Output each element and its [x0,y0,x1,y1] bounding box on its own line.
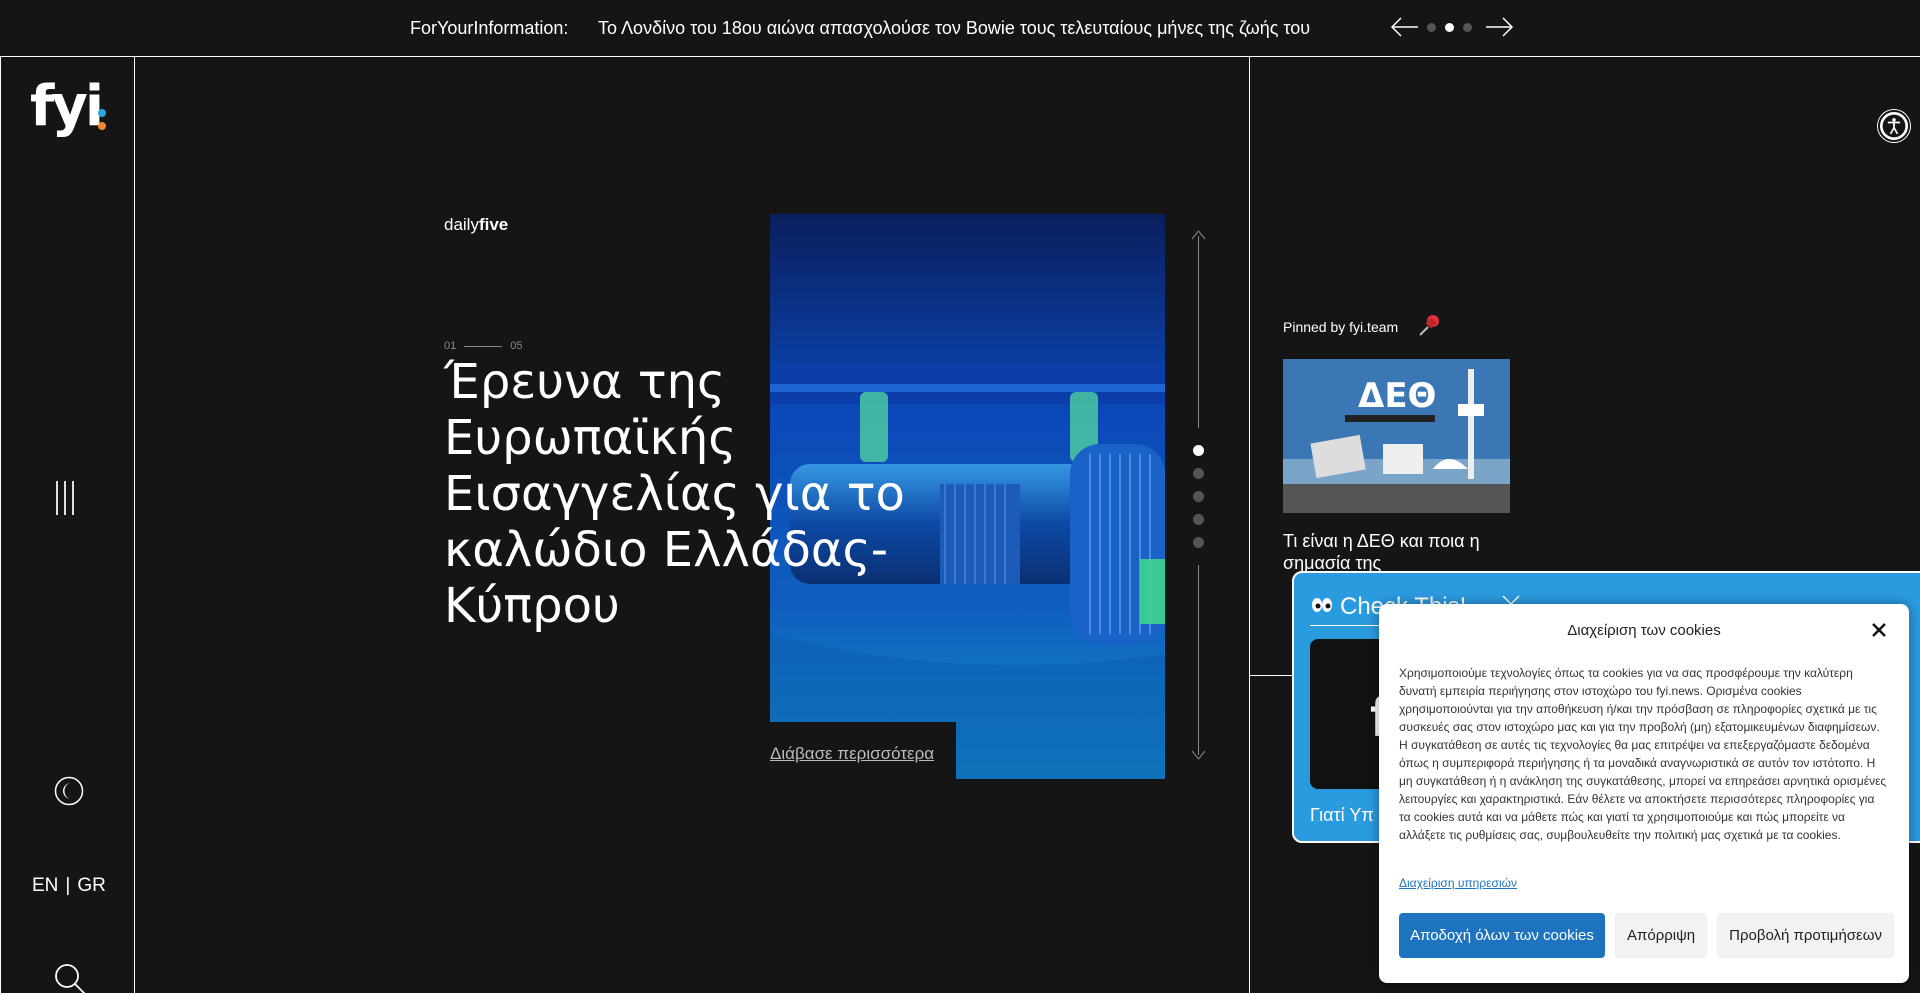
arrow-left-icon[interactable] [1390,15,1420,39]
hero-article-title[interactable]: Έρευνα της Ευρωπαϊκής Εισαγγελίας για το… [444,354,914,634]
ticker-pagination [1427,23,1472,32]
logo-dot-orange [98,122,106,130]
news-ticker: ForYourInformation: Το Λονδίνο του 18ου … [0,0,1920,57]
slider-dot[interactable] [1193,491,1204,502]
slider-dot[interactable] [1193,537,1204,548]
ticker-dot[interactable] [1427,23,1436,32]
slider-dot[interactable] [1193,468,1204,479]
lang-gr[interactable]: GR [77,875,106,897]
cookie-dialog-title: Διαχείριση των cookies [1567,622,1721,639]
slider-track-top [1198,236,1199,428]
accessibility-icon[interactable] [1878,110,1910,142]
manage-services-link[interactable]: Διαχείριση υπηρεσιών [1399,876,1517,890]
dark-mode-toggle-icon[interactable] [54,776,84,806]
reject-cookies-button[interactable]: Απόρριψη [1615,913,1708,958]
lang-separator: | [65,875,71,896]
accept-all-cookies-button[interactable]: Αποδοχή όλων των cookies [1399,913,1605,958]
deth-logo-text: ΔΕΘ [1358,376,1436,416]
fyi-logo[interactable]: fyi [30,77,110,137]
lang-en[interactable]: EN [32,875,58,897]
sidebar: fyi EN | GR [0,57,135,993]
read-more-link[interactable]: Διάβασε περισσότερα [770,744,934,764]
slider-dot[interactable] [1193,514,1204,525]
cookie-buttons: Αποδοχή όλων των cookies Απόρριψη Προβολ… [1399,913,1894,958]
arrow-right-icon[interactable] [1484,15,1514,39]
menu-icon[interactable] [56,481,78,515]
logo-text: fyi [30,74,104,139]
check-this-caption[interactable]: Γιατί Υπ [1310,805,1374,826]
slide-counter: 01 05 [444,340,523,352]
view-preferences-button[interactable]: Προβολή προτιμήσεων [1717,913,1894,958]
ticker-dot[interactable] [1463,23,1472,32]
cookie-dialog-body: Χρησιμοποιούμε τεχνολογίες όπως τα cooki… [1399,666,1887,842]
daily-five-brand: dailyfive [444,215,509,234]
eyes-icon [1312,598,1332,612]
slider-track-bottom [1198,565,1199,755]
ticker-dot-active[interactable] [1445,23,1454,32]
slider-dot-active[interactable] [1193,445,1204,456]
counter-current: 01 [444,340,457,352]
ticker-headline-link[interactable]: Το Λονδίνο του 18ου αιώνα απασχολούσε το… [598,18,1310,39]
language-switcher: EN | GR [32,875,106,897]
slider-down-arrow-icon[interactable] [1191,750,1206,760]
pushpin-icon [1419,315,1439,336]
pinned-article-title[interactable]: Τι είναι η ΔΕΘ και ποια η σημασία της [1283,530,1523,574]
close-icon[interactable] [1869,620,1889,640]
slider-pagination [1193,445,1204,548]
content-divider [1249,57,1250,993]
search-icon[interactable] [53,962,87,993]
pinned-label: Pinned by fyi.team [1283,319,1399,335]
logo-dot-blue [98,109,106,117]
pinned-article-image[interactable]: ΔΕΘ [1283,359,1510,513]
cookie-consent-dialog: Διαχείριση των cookies Χρησιμοποιούμε τε… [1379,604,1909,983]
counter-total: 05 [510,340,523,352]
ticker-label: ForYourInformation: [410,18,569,38]
